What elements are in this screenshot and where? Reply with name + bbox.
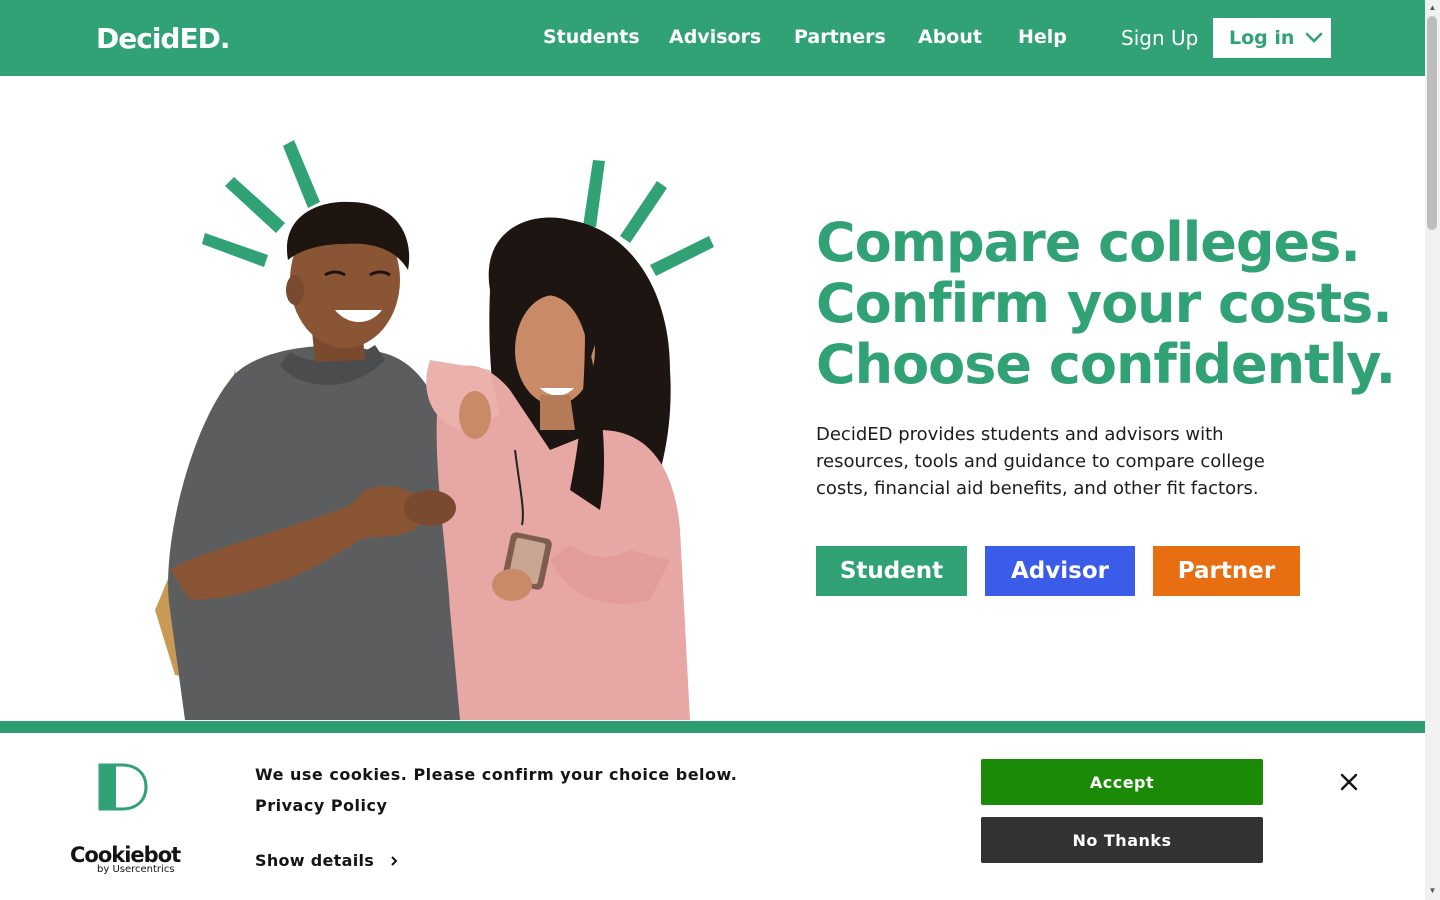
headline-line-1: Compare colleges. xyxy=(816,211,1361,274)
hero-intro-text: DecidED provides students and advisors w… xyxy=(816,424,1265,499)
cookie-consent-banner: Cookiebot by Usercentrics We use cookies… xyxy=(0,733,1425,900)
nav-about[interactable]: About xyxy=(918,26,982,52)
nav-partners[interactable]: Partners xyxy=(794,26,886,52)
log-in-button[interactable]: Log in xyxy=(1213,18,1331,58)
student-button[interactable]: Student xyxy=(816,546,967,596)
page-scrollbar[interactable]: ▲ ▼ xyxy=(1425,0,1440,900)
partner-button[interactable]: Partner xyxy=(1153,546,1300,596)
headline-line-2: Confirm your costs. xyxy=(816,272,1393,335)
hero-headline: Compare colleges. Confirm your costs. Ch… xyxy=(816,211,1396,396)
chevron-down-icon xyxy=(1306,32,1323,43)
show-details-label: Show details xyxy=(255,851,375,870)
hero-students-illustration xyxy=(155,140,714,720)
cookiebot-brand[interactable]: Cookiebot by Usercentrics xyxy=(70,843,181,875)
accept-cookies-button[interactable]: Accept xyxy=(981,759,1263,805)
scroll-up-arrow-icon[interactable]: ▲ xyxy=(1428,3,1437,12)
decided-d-logo-icon xyxy=(98,763,148,811)
close-icon[interactable] xyxy=(1338,771,1360,793)
nav-help[interactable]: Help xyxy=(1018,26,1067,52)
site-logo[interactable]: DecidED. xyxy=(96,22,230,55)
advisor-button[interactable]: Advisor xyxy=(985,546,1135,596)
headline-line-3: Choose confidently. xyxy=(816,333,1396,396)
top-navigation-bar: DecidED. Students Advisors Partners Abou… xyxy=(0,0,1425,76)
decline-cookies-button[interactable]: No Thanks xyxy=(981,817,1263,863)
privacy-policy-link[interactable]: Privacy Policy xyxy=(255,796,387,815)
nav-advisors[interactable]: Advisors xyxy=(669,26,761,52)
log-in-label: Log in xyxy=(1229,27,1295,49)
cookie-message: We use cookies. Please confirm your choi… xyxy=(255,765,738,784)
sign-up-link[interactable]: Sign Up xyxy=(1121,26,1198,50)
cookiebot-sub: by Usercentrics xyxy=(97,864,175,875)
chevron-right-icon xyxy=(391,855,398,866)
scrollbar-thumb[interactable] xyxy=(1427,16,1437,230)
nav-students[interactable]: Students xyxy=(543,26,640,52)
section-divider-strip xyxy=(0,721,1425,733)
scroll-down-arrow-icon[interactable]: ▼ xyxy=(1428,886,1437,895)
show-details-link[interactable]: Show details xyxy=(255,851,400,870)
